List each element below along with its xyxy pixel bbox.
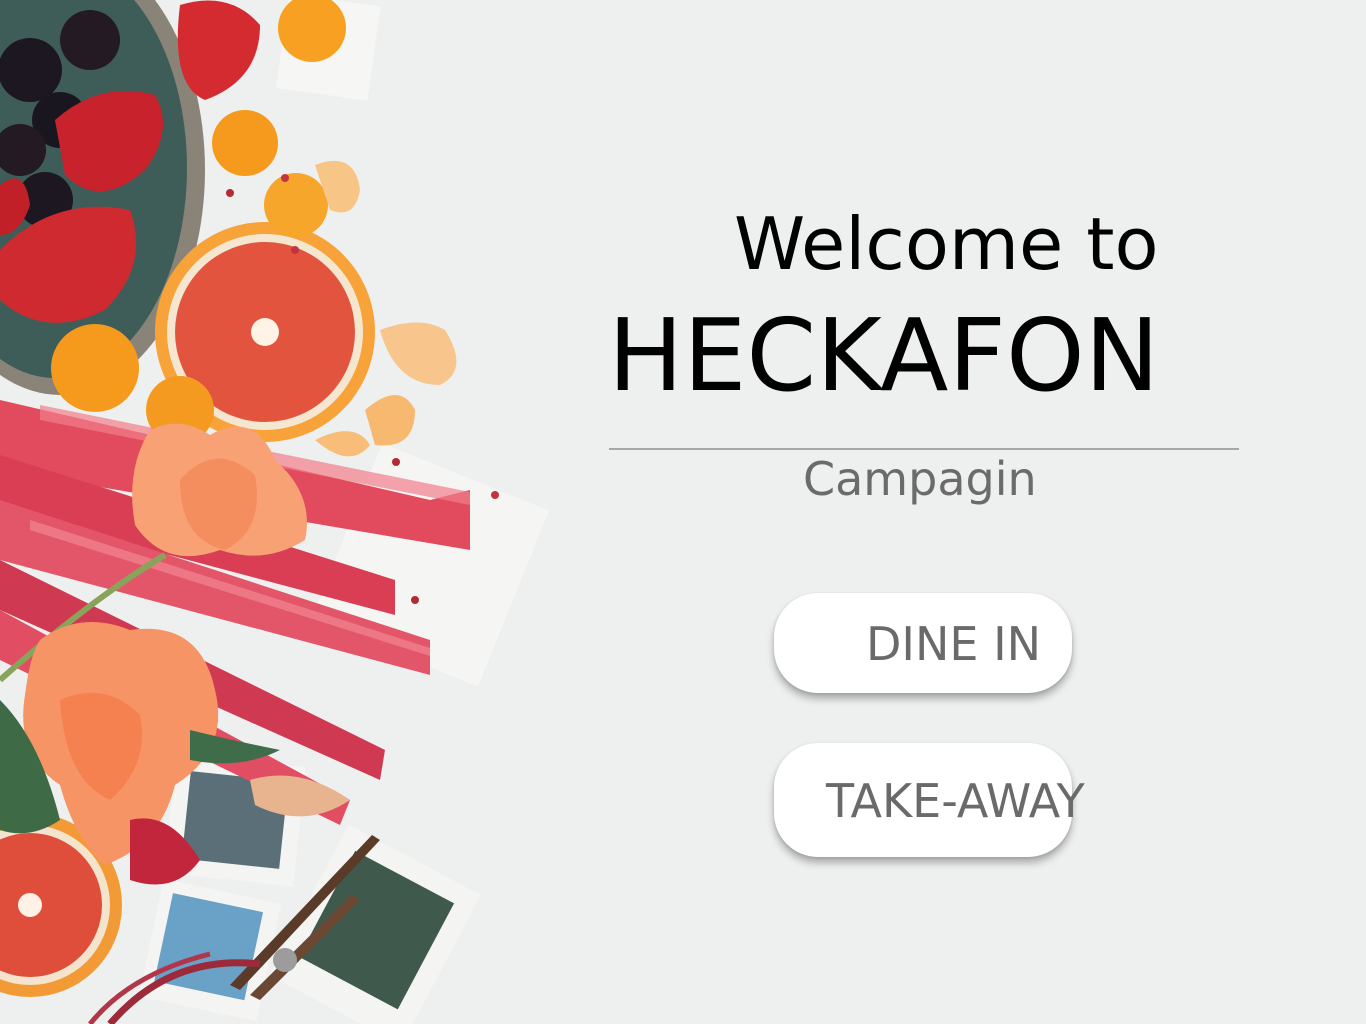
- take-away-button[interactable]: TAKE-AWAY: [774, 743, 1085, 857]
- title-divider: [609, 448, 1239, 450]
- campaign-subtitle: Campagin: [803, 452, 1037, 506]
- take-away-label: TAKE-AWAY: [826, 774, 1085, 828]
- dine-in-button[interactable]: DINE IN: [774, 593, 1072, 693]
- fruit-flatlay-photo: [0, 0, 550, 1024]
- welcome-heading: Welcome to: [734, 202, 1159, 286]
- brand-title: HECKAFON: [608, 297, 1160, 414]
- dine-in-label: DINE IN: [866, 617, 1042, 671]
